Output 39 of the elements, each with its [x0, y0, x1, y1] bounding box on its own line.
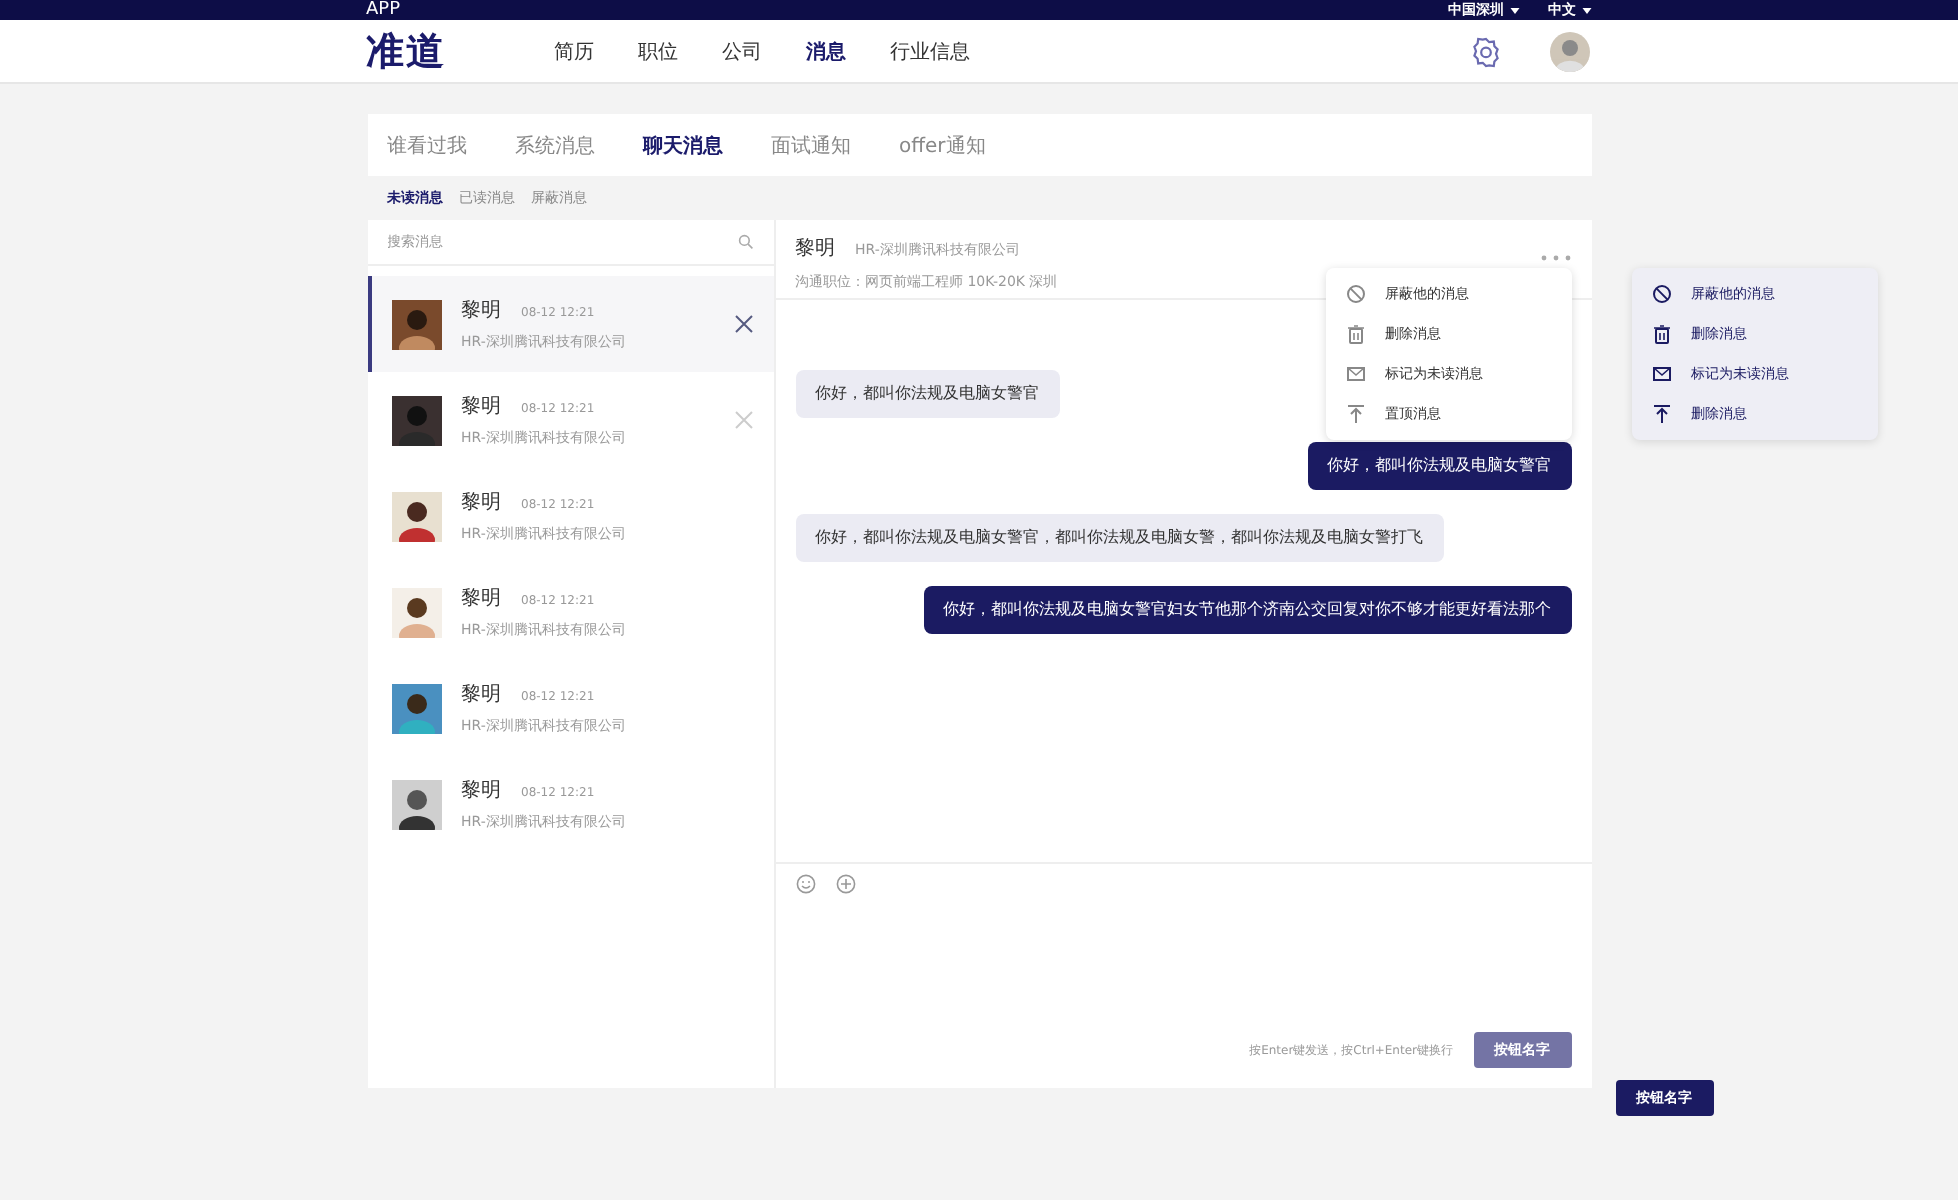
emoji-icon[interactable] — [795, 874, 815, 894]
tab[interactable]: offer通知 — [899, 131, 986, 159]
logo: 准道 — [366, 27, 448, 77]
trash-icon — [1345, 324, 1365, 344]
contact-name: 黎明 — [461, 490, 501, 516]
nav-item[interactable]: 行业信息 — [890, 37, 970, 65]
contact-name: 黎明 — [795, 236, 835, 262]
close-icon[interactable] — [733, 314, 753, 334]
plus-icon[interactable] — [835, 874, 855, 894]
contact-name: 黎明 — [461, 298, 501, 324]
nav-item[interactable]: 消息 — [806, 37, 846, 65]
nav-item[interactable]: 简历 — [554, 37, 594, 65]
tab[interactable]: 系统消息 — [515, 131, 595, 159]
envelope-icon — [1651, 364, 1671, 384]
tab[interactable]: 面试通知 — [771, 131, 851, 159]
received-message: 你好，都叫你法规及电脑女警官，都叫你法规及电脑女警，都叫你法规及电脑女警打飞 — [795, 514, 1443, 562]
tab[interactable]: 谁看过我 — [387, 131, 467, 159]
caret-icon[interactable] — [1510, 7, 1520, 13]
contact-name: 黎明 — [461, 394, 501, 420]
block-icon — [1345, 284, 1365, 304]
contact-name: 黎明 — [461, 586, 501, 612]
pin-top-icon — [1651, 404, 1671, 424]
tab[interactable]: 聊天消息 — [643, 131, 723, 159]
caret-icon[interactable] — [1582, 7, 1592, 13]
search-icon[interactable] — [737, 234, 753, 250]
pin-top-icon — [1345, 404, 1365, 424]
app-label: APP — [366, 0, 403, 20]
more-icon[interactable] — [1539, 254, 1571, 262]
settings-icon[interactable] — [1470, 35, 1502, 67]
received-message: 你好，都叫你法规及电脑女警官 — [795, 370, 1059, 418]
contact-name: 黎明 — [461, 778, 501, 804]
nav-item[interactable]: 职位 — [638, 37, 678, 65]
trash-icon — [1651, 324, 1671, 344]
nav-item[interactable]: 公司 — [722, 37, 762, 65]
contact-name: 黎明 — [461, 682, 501, 708]
block-icon — [1651, 284, 1671, 304]
sent-message: 你好，都叫你法规及电脑女警官妇女节他那个济南公交回复对你不够才能更好看法那个 — [923, 586, 1571, 634]
sent-message: 你好，都叫你法规及电脑女警官 — [1307, 442, 1571, 490]
envelope-icon — [1345, 364, 1365, 384]
